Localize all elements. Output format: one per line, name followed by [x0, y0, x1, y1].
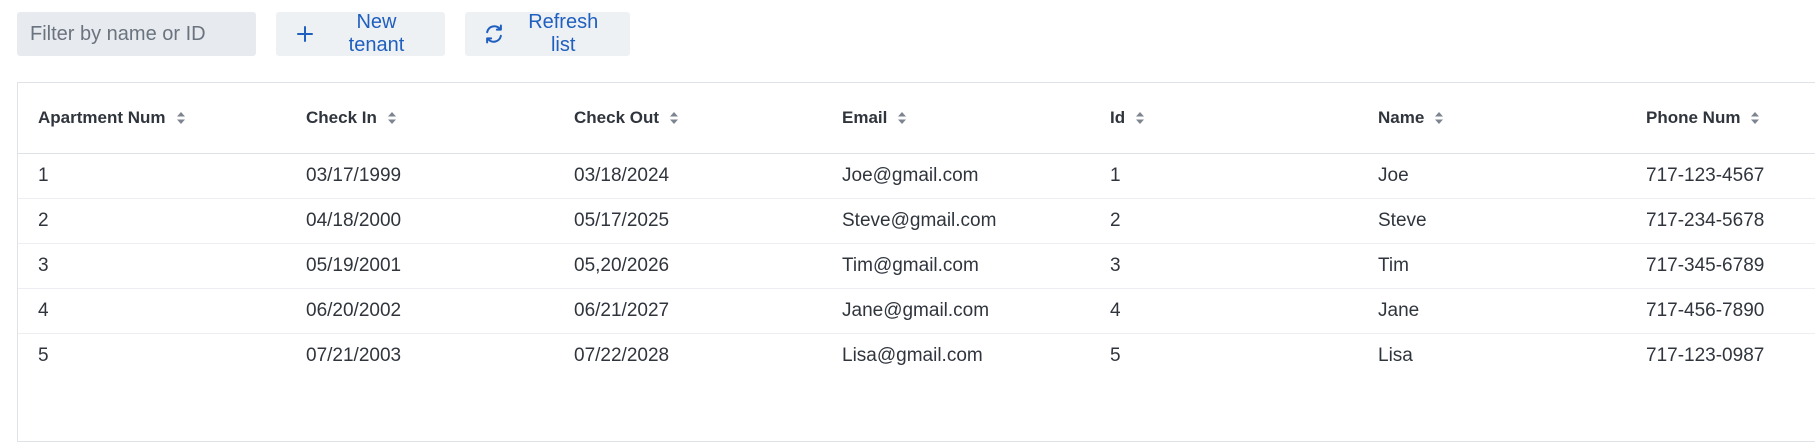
table-cell: Tim@gmail.com — [822, 243, 1090, 289]
table-cell: 1 — [1090, 153, 1358, 199]
column-header-label: Check In — [306, 107, 377, 127]
column-header-apartment-num[interactable]: Apartment Num — [18, 83, 286, 154]
table-cell: 3 — [18, 243, 286, 289]
table-cell: Lisa@gmail.com — [842, 344, 983, 366]
table-cell: 717-456-7890 — [1626, 288, 1815, 334]
table-cell: 07/22/2028 — [574, 344, 670, 366]
table-cell: 03/18/2024 — [554, 153, 822, 199]
refresh-list-button[interactable]: Refresh list — [465, 11, 630, 56]
refresh-list-label: Refresh list — [528, 11, 599, 56]
sort-icon[interactable] — [1750, 111, 1760, 125]
sort-icon[interactable] — [897, 111, 907, 125]
table-body: 1 03/17/1999 03/18/2024 Joe@gmail.com 1 Joe 71… — [18, 153, 1815, 378]
column-header-name[interactable]: Name — [1358, 83, 1626, 154]
table-cell: 717-123-4567 — [1626, 153, 1815, 199]
table-cell: 4 — [18, 288, 286, 334]
table-row[interactable]: 5 07/21/2003 07/22/2028 Lisa@gmail.com 5 Lisa… — [18, 333, 1815, 378]
table-cell: 717-123-0987 — [1646, 344, 1765, 366]
column-header-phone-num[interactable]: Phone Num — [1626, 83, 1815, 154]
table-cell: Jane — [1358, 288, 1626, 334]
table-cell: Steve@gmail.com — [822, 198, 1090, 244]
table-cell: 07/21/2003 — [306, 344, 402, 366]
table-cell: 3 — [1090, 243, 1358, 289]
table-cell: Tim — [1358, 243, 1626, 289]
table-cell: 5 — [1110, 344, 1121, 366]
table-cell: 4 — [1090, 288, 1358, 334]
table-cell: 1 — [18, 153, 286, 199]
column-header-check-out[interactable]: Check Out — [554, 83, 822, 154]
column-header-label: Apartment Num — [38, 107, 166, 127]
column-header-label: Check Out — [574, 107, 660, 127]
table-row[interactable]: 4 06/20/2002 06/21/2027 Jane@gmail.com 4 Jane… — [18, 288, 1815, 334]
column-header-email[interactable]: Email — [822, 83, 1090, 154]
table-cell: 05/17/2025 — [554, 198, 822, 244]
filter-input[interactable] — [17, 12, 256, 56]
sort-icon[interactable] — [387, 111, 397, 125]
sort-icon[interactable] — [176, 111, 186, 125]
new-tenant-label: New tenant — [348, 11, 405, 56]
table-row[interactable]: 3 05/19/2001 05,20/2026 Tim@gmail.com 3 Tim 71… — [18, 243, 1815, 289]
table-cell: 06/21/2027 — [554, 288, 822, 334]
sort-icon[interactable] — [669, 111, 679, 125]
table-row[interactable]: 1 03/17/1999 03/18/2024 Joe@gmail.com 1 Joe 71… — [18, 153, 1815, 199]
column-header-label: Id — [1110, 107, 1126, 127]
table-header-row: Apartment Num Check In Check Out Email Id Nam… — [18, 83, 1815, 154]
sort-icon[interactable] — [1434, 111, 1444, 125]
table-cell: 03/17/1999 — [286, 153, 554, 199]
column-header-check-in[interactable]: Check In — [286, 83, 554, 154]
table-cell: 06/20/2002 — [286, 288, 554, 334]
table-cell: 717-234-5678 — [1626, 198, 1815, 244]
plus-icon — [293, 22, 317, 46]
table-cell: Joe — [1358, 153, 1626, 199]
toolbar: New tenant Refresh list — [17, 11, 630, 56]
table-cell: Joe@gmail.com — [822, 153, 1090, 199]
sort-icon[interactable] — [1135, 111, 1145, 125]
column-header-id[interactable]: Id — [1090, 83, 1358, 154]
table-cell: 2 — [18, 198, 286, 244]
table-cell: Steve — [1358, 198, 1626, 244]
table-cell: 717-345-6789 — [1626, 243, 1815, 289]
column-header-label: Name — [1378, 107, 1425, 127]
refresh-icon — [482, 22, 505, 46]
column-header-label: Phone Num — [1646, 107, 1741, 127]
table-cell: 5 — [38, 344, 49, 366]
table-cell: 05,20/2026 — [554, 243, 822, 289]
column-header-label: Email — [842, 107, 888, 127]
table-cell: Jane@gmail.com — [822, 288, 1090, 334]
tenant-table: Apartment Num Check In Check Out Email Id Nam… — [17, 82, 1815, 442]
table-cell: 2 — [1090, 198, 1358, 244]
table-row[interactable]: 2 04/18/2000 05/17/2025 Steve@gmail.com 2 Ste… — [18, 198, 1815, 244]
table-cell: 05/19/2001 — [286, 243, 554, 289]
table-cell: Lisa — [1378, 344, 1413, 366]
table-cell: 04/18/2000 — [286, 198, 554, 244]
new-tenant-button[interactable]: New tenant — [276, 11, 445, 56]
